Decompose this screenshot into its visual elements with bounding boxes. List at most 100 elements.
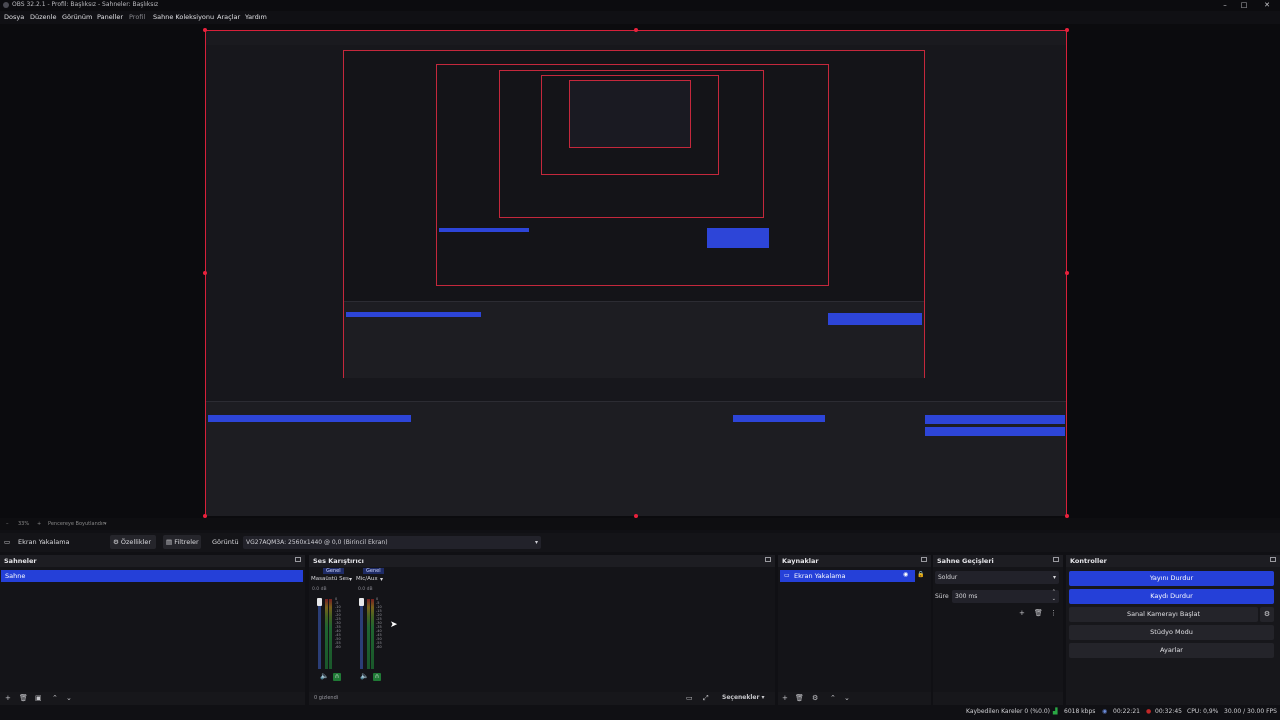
options-label: Seçenekler <box>722 694 760 701</box>
maximize-icon[interactable]: □ <box>1233 0 1255 11</box>
channel-1-fader[interactable] <box>317 598 322 606</box>
tick: -60 <box>376 645 382 649</box>
resize-handle-t[interactable] <box>634 28 638 32</box>
undock-icon[interactable] <box>295 557 301 562</box>
menu-tools[interactable]: Araçlar <box>217 13 240 21</box>
source-item[interactable]: Ekran Yakalama <box>780 570 915 582</box>
add-icon[interactable]: + <box>782 694 788 702</box>
filters-label: Filtreler <box>174 538 199 546</box>
menu-edit[interactable]: Düzenle <box>30 13 56 21</box>
virtual-camera-settings-icon[interactable]: ⚙ <box>1260 607 1274 622</box>
eye-icon[interactable]: ◉ <box>903 571 908 578</box>
resize-handle-tr[interactable] <box>1065 28 1069 32</box>
mixer-body: Genel Masaüstü Ses ▾ 0.0 dB 0 -5 -10 -15… <box>309 567 775 692</box>
properties-button[interactable]: ⚙ Özellikler <box>110 535 156 549</box>
status-bar: Kaybedilen Kareler 0 (%0.0) ▟ 6018 kbps … <box>0 705 1280 720</box>
channel-2-fader-track[interactable] <box>360 599 363 669</box>
controls-dock: Kontroller Yayını Durdur Kaydı Durdur Sa… <box>1066 555 1280 705</box>
move-down-icon[interactable]: ⌄ <box>66 694 72 702</box>
scene-item[interactable]: Sahne <box>1 570 303 582</box>
scenes-dock: Sahneler Sahne + 🗑 ▣ ⌃ ⌄ <box>0 555 305 705</box>
nested-stop-rec <box>925 427 1065 436</box>
stop-streaming-button[interactable]: Yayını Durdur <box>1069 571 1274 586</box>
studio-mode-button[interactable]: Stüdyo Modu <box>1069 625 1274 640</box>
channel-1-scale: 0 -5 -10 -15 -20 -25 -30 -35 -40 -45 -50… <box>335 597 341 649</box>
trash-icon[interactable]: 🗑 <box>1034 609 1043 617</box>
menu-docks[interactable]: Paneller <box>97 13 123 21</box>
channel-2-meter-l <box>367 599 370 669</box>
lock-icon[interactable]: 🔒 <box>917 571 924 578</box>
source-item-label: Ekran Yakalama <box>794 572 846 580</box>
move-up-icon[interactable]: ⌃ <box>52 694 58 702</box>
fps: 30.00 / 30.00 FPS <box>1224 708 1277 715</box>
monitor-icon: ▭ <box>4 538 11 546</box>
menu-scene-collection[interactable]: Sahne Koleksiyonu <box>153 13 214 21</box>
nested-scene-row-2 <box>346 312 481 317</box>
layout-icon[interactable]: ▭ <box>686 694 693 702</box>
transition-select[interactable]: Soldur ▾ <box>935 571 1059 584</box>
nested-stop-stream <box>925 415 1065 424</box>
sources-header: Kaynaklar <box>778 555 931 567</box>
fit-to-window[interactable]: Pencereye Boyutlandır <box>48 521 104 527</box>
menu-help[interactable]: Yardım <box>245 13 267 21</box>
channel-1-name[interactable]: Masaüstü Ses <box>311 576 349 582</box>
scenes-footer: + 🗑 ▣ ⌃ ⌄ <box>0 692 305 705</box>
close-icon[interactable]: ✕ <box>1256 0 1278 11</box>
zoom-level: 33% <box>18 521 30 527</box>
trash-icon[interactable]: 🗑 <box>19 694 28 702</box>
nested-controls <box>707 228 769 248</box>
record-icon: ● <box>1146 708 1152 715</box>
duration-spinbox[interactable]: 300 ms ⌃ ⌄ <box>952 589 1059 603</box>
hidden-count: 0 gizlendi <box>314 695 339 701</box>
stepper-icon: ⌃ ⌄ <box>1051 589 1056 602</box>
nested-controls-2 <box>828 313 922 325</box>
controls-body: Yayını Durdur Kaydı Durdur Sanal Kameray… <box>1066 567 1280 692</box>
duration-value: 300 ms <box>955 593 978 600</box>
zoom-dropdown-icon[interactable]: ▾ <box>104 521 107 527</box>
menu-view[interactable]: Görünüm <box>62 13 92 21</box>
chevron-down-icon[interactable]: ▾ <box>349 576 352 583</box>
menu-file[interactable]: Dosya <box>4 13 24 21</box>
nested-preview-5 <box>569 80 691 148</box>
channel-1-fader-track[interactable] <box>318 599 321 669</box>
bitrate: 6018 kbps <box>1064 708 1096 715</box>
link-icon[interactable]: ⤢ <box>703 694 709 703</box>
resize-handle-r[interactable] <box>1065 271 1069 275</box>
add-icon[interactable]: + <box>1019 609 1025 617</box>
preview-canvas[interactable] <box>205 30 1067 516</box>
filter-icon[interactable]: ▣ <box>35 694 42 702</box>
settings-button[interactable]: Ayarlar <box>1069 643 1274 658</box>
nested-preview-4 <box>541 75 719 175</box>
zoom-in-icon[interactable]: + <box>37 521 41 527</box>
undock-icon[interactable] <box>765 557 771 562</box>
headphones-icon[interactable]: ∩ <box>373 673 381 681</box>
display-label: Görüntü <box>212 538 239 546</box>
options-button[interactable]: Seçenekler ▾ <box>722 694 765 701</box>
trash-icon[interactable]: 🗑 <box>795 694 804 702</box>
zoom-out-icon[interactable]: – <box>6 521 9 527</box>
resize-handle-l[interactable] <box>203 271 207 275</box>
chevron-down-icon[interactable]: ▾ <box>380 576 383 583</box>
more-icon[interactable]: ⋮ <box>1050 609 1057 617</box>
move-up-icon[interactable]: ⌃ <box>830 694 836 702</box>
headphones-icon[interactable]: ∩ <box>333 673 341 681</box>
speaker-icon[interactable]: 🔈 <box>360 672 369 680</box>
add-icon[interactable]: + <box>5 694 11 702</box>
channel-2-name[interactable]: Mic/Aux <box>356 576 378 582</box>
channel-2-fader[interactable] <box>359 598 364 606</box>
audio-mixer-dock: Ses Karıştırıcı Genel Masaüstü Ses ▾ 0.0… <box>309 555 775 705</box>
move-down-icon[interactable]: ⌄ <box>844 694 850 702</box>
undock-icon[interactable] <box>1053 557 1059 562</box>
undock-icon[interactable] <box>921 557 927 562</box>
source-toolbar: ▭ Ekran Yakalama ⚙ Özellikler ▤ Filtrele… <box>0 533 1280 552</box>
speaker-icon[interactable]: 🔈 <box>320 672 329 680</box>
display-select[interactable]: VG27AQM3A: 2560x1440 @ 0,0 (Birincil Ekr… <box>243 536 541 549</box>
mouse-cursor-icon: ➤ <box>390 620 398 630</box>
resize-handle-tl[interactable] <box>203 28 207 32</box>
stop-recording-button[interactable]: Kaydı Durdur <box>1069 589 1274 604</box>
start-virtual-camera-button[interactable]: Sanal Kamerayı Başlat <box>1069 607 1258 622</box>
gear-icon[interactable]: ⚙ <box>812 694 818 702</box>
undock-icon[interactable] <box>1270 557 1276 562</box>
menu-profile[interactable]: Profil <box>129 13 145 21</box>
filters-button[interactable]: ▤ Filtreler <box>163 535 201 549</box>
